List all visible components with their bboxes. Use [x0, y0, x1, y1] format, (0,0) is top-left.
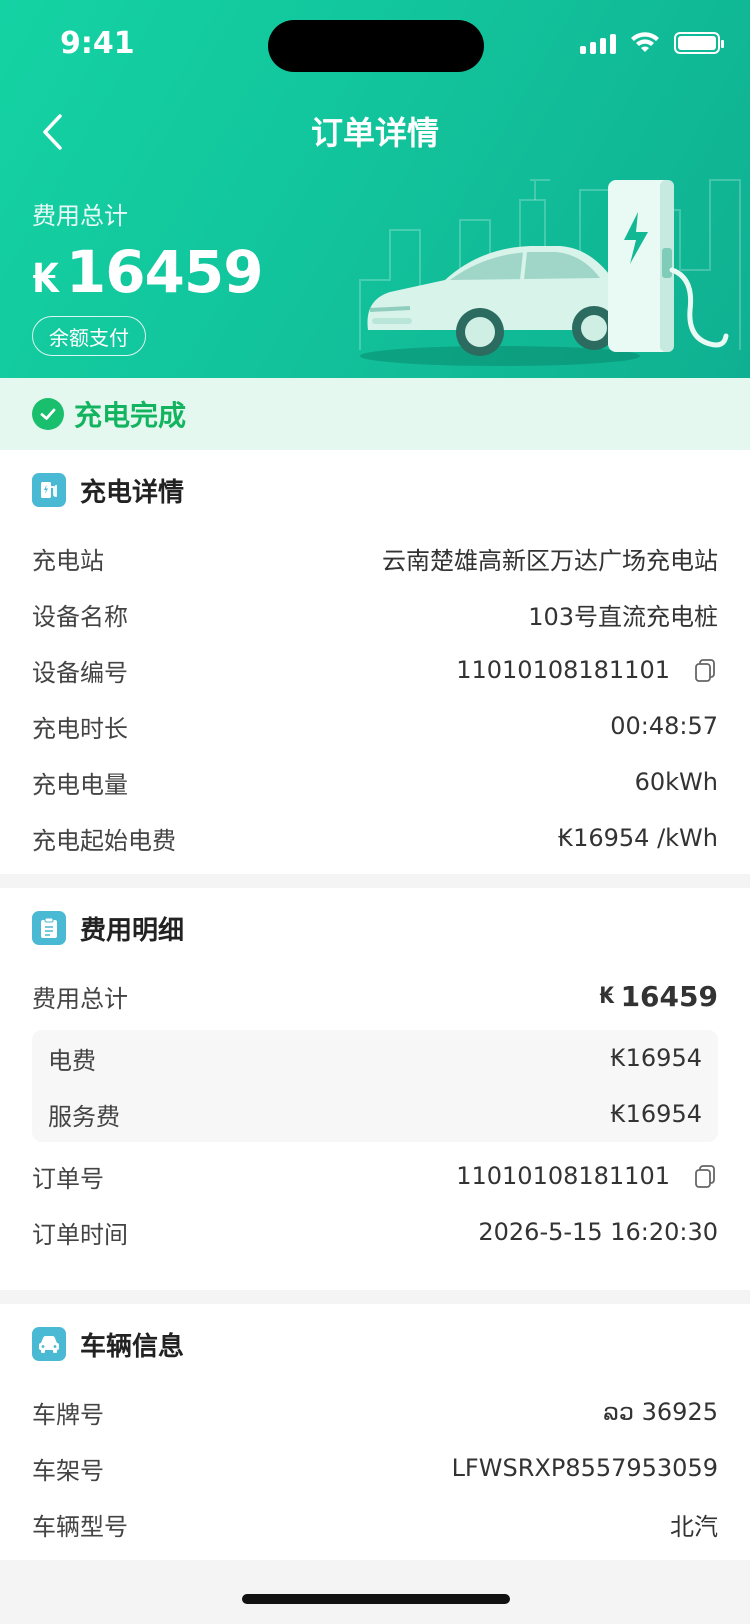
- row-label: 设备名称: [32, 602, 128, 631]
- fee-details-header: 费用明细: [32, 888, 718, 968]
- detail-row-start-price: 充电起始电费 ₭16954 /kWh: [32, 810, 718, 866]
- detail-row-station: 充电站 云南楚雄高新区万达广场充电站: [32, 530, 718, 586]
- charge-details-header: 充电详情: [32, 450, 718, 530]
- charge-status-text: 充电完成: [74, 399, 187, 432]
- order-number-row: 订单号 11010108181101: [32, 1148, 718, 1204]
- charge-details-card: 充电详情 充电站 云南楚雄高新区万达广场充电站 设备名称 103号直流充电桩 设…: [0, 450, 750, 874]
- fee-details-title: 费用明细: [80, 915, 185, 946]
- fee-item-row: 服务费 ₭16954: [48, 1086, 702, 1142]
- battery-icon: [674, 32, 724, 54]
- row-value-wrap: 11010108181101: [456, 656, 718, 684]
- row-label: 费用总计: [32, 984, 128, 1013]
- row-label: 电费: [48, 1046, 96, 1075]
- row-label: 订单号: [32, 1164, 104, 1193]
- fee-details-card: 费用明细 费用总计 ₭ 16459 电费 ₭16954 服务费 ₭16954 订…: [0, 888, 750, 1290]
- total-label: 费用总计: [32, 202, 128, 230]
- order-number-value: 11010108181101: [456, 1162, 670, 1190]
- fee-item-row: 电费 ₭16954: [48, 1030, 702, 1086]
- row-value: 云南楚雄高新区万达广场充电站: [382, 546, 718, 575]
- fee-total-row: 费用总计 ₭ 16459: [32, 968, 718, 1024]
- vehicle-row-plate: 车牌号 ລວ 36925: [32, 1384, 718, 1440]
- fee-total-value: ₭ 16459: [599, 980, 718, 1013]
- row-value: ລວ 36925: [603, 1398, 718, 1426]
- row-value: LFWSRXP8557953059: [451, 1454, 718, 1482]
- row-value: 00:48:57: [610, 712, 718, 740]
- copy-icon[interactable]: [692, 1163, 718, 1189]
- charge-details-title: 充电详情: [80, 477, 185, 508]
- check-circle-icon: [32, 398, 64, 430]
- row-value-wrap: 11010108181101: [456, 1162, 718, 1190]
- row-value: ₭16954: [610, 1100, 702, 1128]
- row-label: 车架号: [32, 1456, 104, 1485]
- detail-row-device-name: 设备名称 103号直流充电桩: [32, 586, 718, 642]
- total-amount: ₭ 16459: [32, 238, 264, 306]
- detail-row-energy: 充电电量 60kWh: [32, 754, 718, 810]
- ev-charging-illustration: [359, 179, 741, 366]
- currency-symbol: ₭: [599, 983, 615, 1009]
- row-label: 充电站: [32, 546, 104, 575]
- row-label: 充电电量: [32, 770, 128, 799]
- row-value: 北汽: [670, 1512, 718, 1541]
- clipboard-icon: [32, 911, 66, 945]
- charge-status-banner: 充电完成: [0, 378, 750, 450]
- charging-station-icon: [32, 473, 66, 507]
- vehicle-info-header: 车辆信息: [32, 1304, 718, 1384]
- page-title: 订单详情: [310, 114, 439, 152]
- vehicle-info-title: 车辆信息: [80, 1331, 185, 1362]
- vehicle-row-model: 车辆型号 北汽: [32, 1496, 718, 1552]
- status-icons: [580, 32, 724, 54]
- row-value: 103号直流充电桩: [528, 602, 718, 631]
- status-bar: 9:41: [0, 0, 750, 90]
- row-value: 60kWh: [634, 768, 718, 796]
- device-id-value: 11010108181101: [456, 656, 670, 684]
- car-icon: [32, 1327, 66, 1361]
- order-time-row: 订单时间 2026-5-15 16:20:30: [32, 1204, 718, 1260]
- currency-symbol: ₭: [32, 256, 60, 302]
- row-label: 设备编号: [32, 658, 128, 687]
- dynamic-island: [268, 20, 484, 72]
- home-indicator: [242, 1594, 510, 1604]
- detail-row-device-id: 设备编号 11010108181101: [32, 642, 718, 698]
- vehicle-row-vin: 车架号 LFWSRXP8557953059: [32, 1440, 718, 1496]
- row-label: 服务费: [48, 1102, 120, 1131]
- detail-row-duration: 充电时长 00:48:57: [32, 698, 718, 754]
- wifi-icon: [631, 32, 659, 52]
- row-value: ₭16954 /kWh: [557, 824, 718, 852]
- row-label: 充电时长: [32, 714, 128, 743]
- total-value: 16459: [65, 238, 264, 306]
- fee-total-amount: 16459: [620, 979, 718, 1013]
- row-value: ₭16954: [610, 1044, 702, 1072]
- row-label: 车牌号: [32, 1400, 104, 1429]
- fee-breakdown: 电费 ₭16954 服务费 ₭16954: [32, 1030, 718, 1142]
- cellular-signal-icon: [580, 32, 616, 54]
- row-label: 充电起始电费: [32, 826, 176, 855]
- status-time: 9:41: [60, 26, 135, 61]
- vehicle-info-card: 车辆信息 车牌号 ລວ 36925 车架号 LFWSRXP8557953059 …: [0, 1304, 750, 1560]
- row-label: 车辆型号: [32, 1512, 128, 1541]
- row-label: 订单时间: [32, 1220, 128, 1249]
- row-value: 2026-5-15 16:20:30: [478, 1218, 718, 1246]
- header-banner: 9:41 订单详情 费用总计 ₭ 16459 余额支付: [0, 0, 750, 378]
- copy-icon[interactable]: [692, 657, 718, 683]
- payment-method-badge: 余额支付: [32, 316, 146, 356]
